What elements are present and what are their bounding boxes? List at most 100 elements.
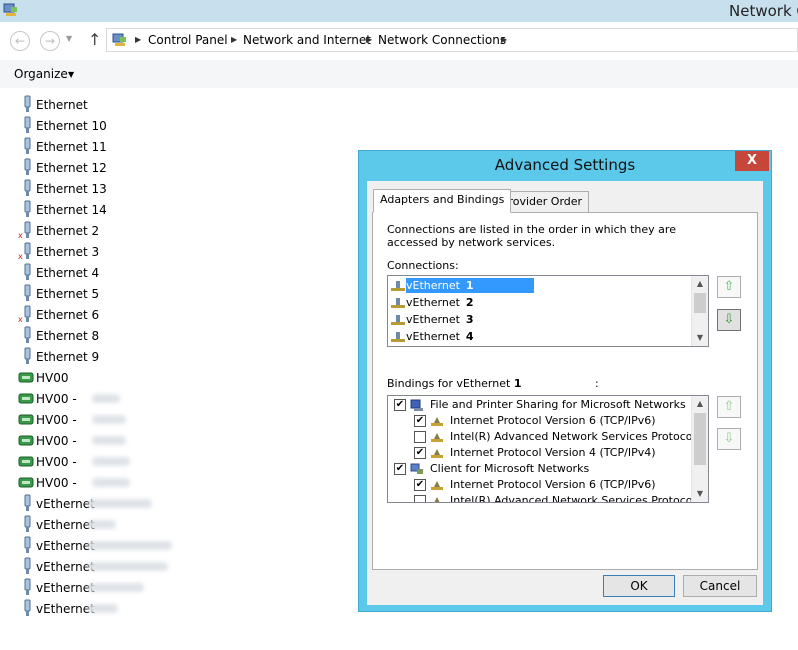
address-bar[interactable]: ▶ Control Panel ▶ Network and Internet ▶… bbox=[106, 28, 798, 52]
breadcrumb-control-panel[interactable]: Control Panel bbox=[148, 33, 228, 47]
connection-item[interactable]: Ethernet 9 bbox=[16, 346, 356, 366]
back-button[interactable]: ← bbox=[10, 31, 30, 51]
binding-checkbox[interactable]: ✔ bbox=[414, 415, 426, 427]
connection-list-item[interactable]: vEthernet 3 bbox=[390, 312, 690, 329]
network-adapter-icon bbox=[24, 494, 31, 511]
connection-item[interactable]: Ethernet 4 bbox=[16, 262, 356, 282]
connection-item[interactable]: HV00 bbox=[16, 367, 356, 387]
ok-button[interactable]: OK bbox=[603, 575, 675, 597]
binding-item[interactable]: ✔ File and Printer Sharing for Microsoft … bbox=[394, 398, 686, 414]
connection-item[interactable]: Ethernet 5 bbox=[16, 283, 356, 303]
connection-name: Ethernet 4 bbox=[36, 266, 100, 280]
network-team-icon bbox=[18, 372, 34, 383]
title-bar: Network C bbox=[0, 0, 798, 22]
chevron-down-icon[interactable]: ▼ bbox=[68, 70, 74, 79]
connection-item[interactable]: Ethernet 8 bbox=[16, 325, 356, 345]
binding-label: Intel(R) Advanced Network Services Proto… bbox=[450, 430, 696, 443]
connection-item[interactable]: HV00 - bbox=[16, 409, 356, 429]
move-binding-up-button[interactable]: ⇧ bbox=[717, 396, 741, 418]
connection-item[interactable]: vEthernet bbox=[16, 493, 356, 513]
chevron-right-icon[interactable]: ▶ bbox=[366, 35, 372, 44]
move-binding-down-button[interactable]: ⇩ bbox=[717, 428, 741, 450]
network-adapter-icon bbox=[24, 515, 31, 532]
bindings-scrollbar[interactable]: ▲ ▼ bbox=[691, 396, 708, 502]
scroll-up-arrow[interactable]: ▲ bbox=[692, 276, 708, 292]
recent-locations-dropdown[interactable]: ▼ bbox=[66, 34, 72, 43]
connection-name: Ethernet 5 bbox=[36, 287, 100, 301]
binding-item[interactable]: ✔ Internet Protocol Version 6 (TCP/IPv6) bbox=[414, 478, 704, 494]
chevron-right-icon[interactable]: ▶ bbox=[231, 35, 237, 44]
binding-item[interactable]: Intel(R) Advanced Network Services Proto… bbox=[414, 494, 704, 502]
network-team-icon bbox=[18, 456, 34, 467]
scroll-down-arrow[interactable]: ▼ bbox=[692, 330, 708, 346]
up-button[interactable]: ↑ bbox=[88, 30, 101, 49]
connection-item[interactable]: HV00 - bbox=[16, 388, 356, 408]
scroll-thumb[interactable] bbox=[694, 293, 706, 313]
redacted-text bbox=[92, 436, 126, 445]
connection-item[interactable]: HV00 - bbox=[16, 451, 356, 471]
breadcrumb-network-and-internet[interactable]: Network and Internet bbox=[243, 33, 371, 47]
move-connection-down-button[interactable]: ⇩ bbox=[717, 309, 741, 331]
connection-item[interactable]: vEthernet bbox=[16, 598, 356, 618]
binding-item[interactable]: ✔ Client for Microsoft Networks bbox=[394, 462, 684, 478]
connections-scrollbar[interactable]: ▲ ▼ bbox=[691, 276, 708, 346]
binding-item[interactable]: ✔ Internet Protocol Version 4 (TCP/IPv4) bbox=[414, 446, 704, 462]
binding-item[interactable]: Intel(R) Advanced Network Services Proto… bbox=[414, 430, 704, 446]
network-adapter-icon bbox=[24, 116, 31, 133]
connection-item[interactable]: Ethernet 11 bbox=[16, 136, 356, 156]
connection-item[interactable]: HV00 - bbox=[16, 430, 356, 450]
connection-list-item-number: 1 bbox=[465, 279, 474, 292]
connection-item[interactable]: Ethernet 14 bbox=[16, 199, 356, 219]
green-arrow-up-icon: ⇧ bbox=[723, 399, 735, 414]
network-client-icon bbox=[410, 463, 424, 475]
cancel-button[interactable]: Cancel bbox=[683, 575, 757, 597]
connection-item[interactable]: Ethernet 10 bbox=[16, 115, 356, 135]
scroll-up-arrow[interactable]: ▲ bbox=[692, 396, 708, 412]
binding-checkbox[interactable] bbox=[414, 495, 426, 502]
connection-item[interactable]: vEthernet bbox=[16, 535, 356, 555]
tab-adapters-and-bindings[interactable]: Adapters and Bindings bbox=[373, 189, 512, 213]
scroll-thumb[interactable] bbox=[694, 413, 706, 465]
connection-item[interactable]: vEthernet bbox=[16, 577, 356, 597]
network-adapter-icon bbox=[24, 179, 31, 196]
connection-list-item-label: vEthernet 2 bbox=[406, 295, 474, 310]
redacted-text bbox=[88, 541, 172, 550]
chevron-right-icon[interactable]: ▶ bbox=[135, 35, 141, 44]
scroll-down-arrow[interactable]: ▼ bbox=[692, 486, 708, 502]
connection-item[interactable]: vEthernet bbox=[16, 556, 356, 576]
bindings-tree[interactable]: ✔ File and Printer Sharing for Microsoft … bbox=[387, 395, 709, 503]
svg-text:x: x bbox=[18, 315, 23, 323]
redacted-text bbox=[88, 520, 116, 529]
binding-checkbox[interactable]: ✔ bbox=[394, 399, 406, 411]
connection-item[interactable]: x Ethernet 6 bbox=[16, 304, 356, 324]
connection-item[interactable]: HV00 - bbox=[16, 472, 356, 492]
redacted-text bbox=[88, 583, 144, 592]
close-button[interactable]: X bbox=[735, 151, 769, 171]
connection-item[interactable]: vEthernet bbox=[16, 514, 356, 534]
network-adapter-icon bbox=[24, 347, 31, 364]
binding-item[interactable]: ✔ Internet Protocol Version 6 (TCP/IPv6) bbox=[414, 414, 704, 430]
connection-item[interactable]: Ethernet bbox=[16, 94, 356, 114]
network-adapter-icon bbox=[24, 95, 31, 112]
connection-list-item[interactable]: vEthernet 2 bbox=[390, 295, 690, 312]
move-connection-up-button[interactable]: ⇧ bbox=[717, 276, 741, 298]
redacted-text bbox=[92, 457, 130, 466]
connection-item[interactable]: Ethernet 12 bbox=[16, 157, 356, 177]
connection-list-item[interactable]: vEthernet 1 bbox=[390, 278, 690, 295]
connection-name: Ethernet 9 bbox=[36, 350, 100, 364]
connection-item[interactable]: x Ethernet 3 bbox=[16, 241, 356, 261]
chevron-right-icon[interactable]: ▶ bbox=[501, 35, 507, 44]
binding-checkbox[interactable]: ✔ bbox=[414, 479, 426, 491]
connection-item[interactable]: x Ethernet 2 bbox=[16, 220, 356, 240]
connections-description: Connections are listed in the order in w… bbox=[387, 223, 676, 249]
connection-list-item[interactable]: vEthernet 4 bbox=[390, 329, 690, 346]
connection-list-item-name: vEthernet bbox=[406, 296, 460, 309]
binding-checkbox[interactable] bbox=[414, 431, 426, 443]
connections-listbox[interactable]: vEthernet 1 vEthernet 2 vEthernet 3 vEthernet 4… bbox=[387, 275, 709, 347]
binding-checkbox[interactable]: ✔ bbox=[414, 447, 426, 459]
organize-menu[interactable]: Organize bbox=[14, 67, 68, 81]
binding-checkbox[interactable]: ✔ bbox=[394, 463, 406, 475]
connection-item[interactable]: Ethernet 13 bbox=[16, 178, 356, 198]
breadcrumb-network-connections[interactable]: Network Connections bbox=[378, 33, 506, 47]
forward-button[interactable]: → bbox=[40, 31, 60, 51]
